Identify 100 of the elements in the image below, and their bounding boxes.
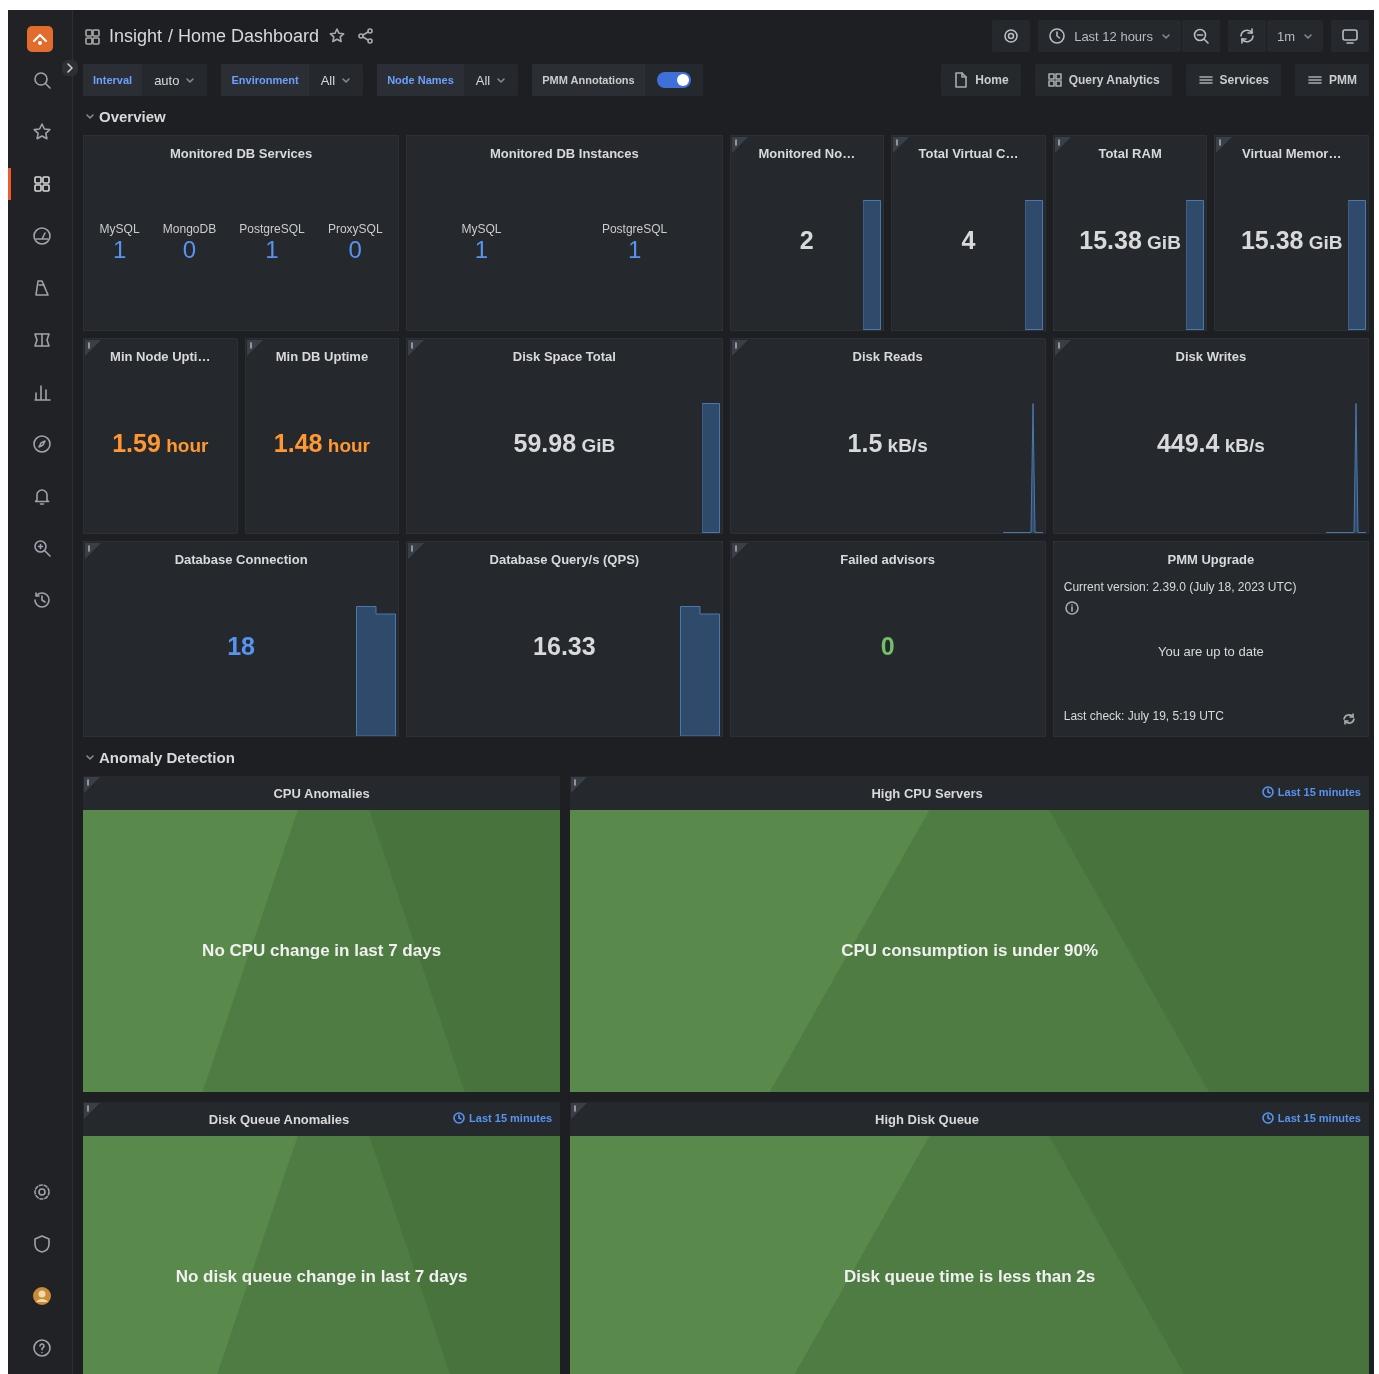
chevron-down-icon (85, 752, 95, 763)
panel-title: Monitored No… (757, 145, 857, 161)
stat-value: 16.33 (533, 631, 596, 661)
variable-dropdown[interactable]: All (308, 72, 364, 88)
bar-chart-icon (31, 382, 52, 402)
settings-icon (31, 1182, 52, 1202)
caret-down-icon (1303, 31, 1313, 41)
stat-value: 449.4 kB/s (1156, 428, 1265, 458)
avatar-icon (31, 1286, 52, 1306)
dashboard-link[interactable]: Services (1185, 64, 1281, 96)
time-info-text: Last 15 minutes (1277, 1112, 1361, 1124)
gauge-icon (31, 226, 52, 246)
panel-title: Failed advisors (839, 551, 936, 567)
clock-icon (1261, 786, 1274, 798)
panel-title: Database Query/s (QPS) (488, 551, 641, 567)
panel-title: Min Node Upti… (109, 348, 212, 364)
dashboard-link[interactable]: PMM (1295, 64, 1369, 96)
stat-value: 1 (474, 236, 489, 264)
clock-icon (1048, 27, 1067, 45)
panel-title: CPU Anomalies (272, 785, 371, 801)
stat-value: 4 (961, 225, 976, 255)
dashboard-title: / Home Dashboard (168, 25, 320, 47)
stat-value: 1.48 hour (273, 428, 370, 458)
caret-down-icon (341, 75, 352, 85)
zoom-out-button[interactable] (1181, 20, 1220, 52)
stat-value: 1 (627, 236, 642, 264)
panel-title: Disk Queue Anomalies (207, 1111, 351, 1127)
panel-title: Disk Reads (851, 348, 924, 364)
stat-value: 1.59 hour (112, 428, 209, 458)
panel-title: Database Connection (173, 551, 309, 567)
settings-button[interactable] (992, 20, 1031, 52)
stat-value: 1.5 kB/s (847, 428, 928, 458)
panel-title: PMM Upgrade (1166, 551, 1256, 567)
share-icon (357, 27, 376, 45)
refresh-interval-picker[interactable]: 1m (1266, 20, 1323, 52)
status-message: CPU consumption is under 90% (841, 941, 1099, 961)
info-icon (1063, 600, 1080, 616)
monitor-icon (1341, 27, 1359, 45)
stat-value: 59.98 GiB (513, 428, 616, 458)
time-info-text: Last 15 minutes (1277, 786, 1361, 798)
stat-label: PostgreSQL (601, 222, 668, 236)
stat-value: 1 (265, 236, 279, 264)
help-icon (31, 1338, 52, 1358)
stat-value: 15.38 GiB (1240, 225, 1343, 255)
clock-icon (1261, 1112, 1274, 1124)
caret-down-icon (1160, 31, 1171, 41)
zoom-out-icon (1191, 27, 1210, 45)
stat-label: ProxySQL (327, 222, 383, 236)
status-message: Disk queue time is less than 2s (843, 1267, 1096, 1287)
status-message: No disk queue change in last 7 days (175, 1267, 468, 1287)
toggle-switch[interactable] (656, 72, 691, 88)
breadcrumb-link[interactable]: Insight (109, 25, 163, 47)
logo-icon (27, 26, 53, 52)
status-message: No CPU change in last 7 days (202, 941, 442, 961)
history-icon (31, 590, 52, 610)
stat-value: 2 (799, 225, 814, 255)
stat-label: MongoDB (162, 222, 217, 236)
grid-icon (1046, 72, 1063, 88)
panel-title: Total RAM (1097, 145, 1163, 161)
variable-label: Environment (221, 64, 309, 96)
row-header[interactable]: Anomaly Detection (83, 749, 237, 766)
row-header[interactable]: Overview (83, 108, 168, 125)
shield-icon (31, 1234, 52, 1254)
refresh-icon (1342, 712, 1356, 726)
variable-label: Node Names (377, 64, 464, 96)
caret-down-icon (496, 75, 507, 85)
stat-value: 1 (112, 236, 127, 264)
stat-value: 15.38 GiB (1079, 225, 1181, 255)
variable-dropdown[interactable]: All (463, 72, 519, 88)
compass-icon (31, 434, 52, 454)
panel-title: Monitored DB Instances (488, 145, 640, 161)
dashboard-link[interactable]: Home (941, 64, 1021, 96)
stat-value: 0 (348, 236, 362, 264)
stat-label: MySQL (99, 222, 140, 236)
dashboards-icon (83, 27, 101, 45)
status-text: You are up to date (1157, 644, 1265, 659)
panel-title: Disk Space Total (511, 348, 617, 364)
annotations-label: PMM Annotations (532, 64, 645, 96)
panel-title: Total Virtual C… (917, 145, 1020, 161)
star-icon (31, 122, 52, 142)
panel-title: Min DB Uptime (274, 348, 370, 364)
refresh-icon (1237, 27, 1256, 45)
time-info-text: Last 15 minutes (469, 1112, 553, 1124)
chevron-down-icon (85, 111, 95, 122)
panel-title: Disk Writes (1174, 348, 1248, 364)
dashboards-icon (31, 174, 52, 194)
panel-title: Virtual Memor… (1240, 145, 1343, 161)
panel-title: Monitored DB Services (168, 145, 314, 161)
variable-dropdown[interactable]: auto (142, 72, 208, 88)
stat-value: 0 (182, 236, 197, 264)
stat-value: 0 (880, 631, 895, 661)
tv-mode-button[interactable] (1331, 20, 1369, 52)
time-range-picker[interactable]: Last 12 hours (1038, 20, 1181, 52)
stat-label: MySQL (461, 222, 502, 236)
magnifier-icon (31, 538, 52, 558)
variable-label: Interval (83, 64, 143, 96)
dashboard-link[interactable]: Query Analytics (1034, 64, 1172, 96)
refresh-button[interactable] (1227, 20, 1266, 52)
document-icon (953, 72, 970, 88)
star-icon (329, 28, 346, 44)
